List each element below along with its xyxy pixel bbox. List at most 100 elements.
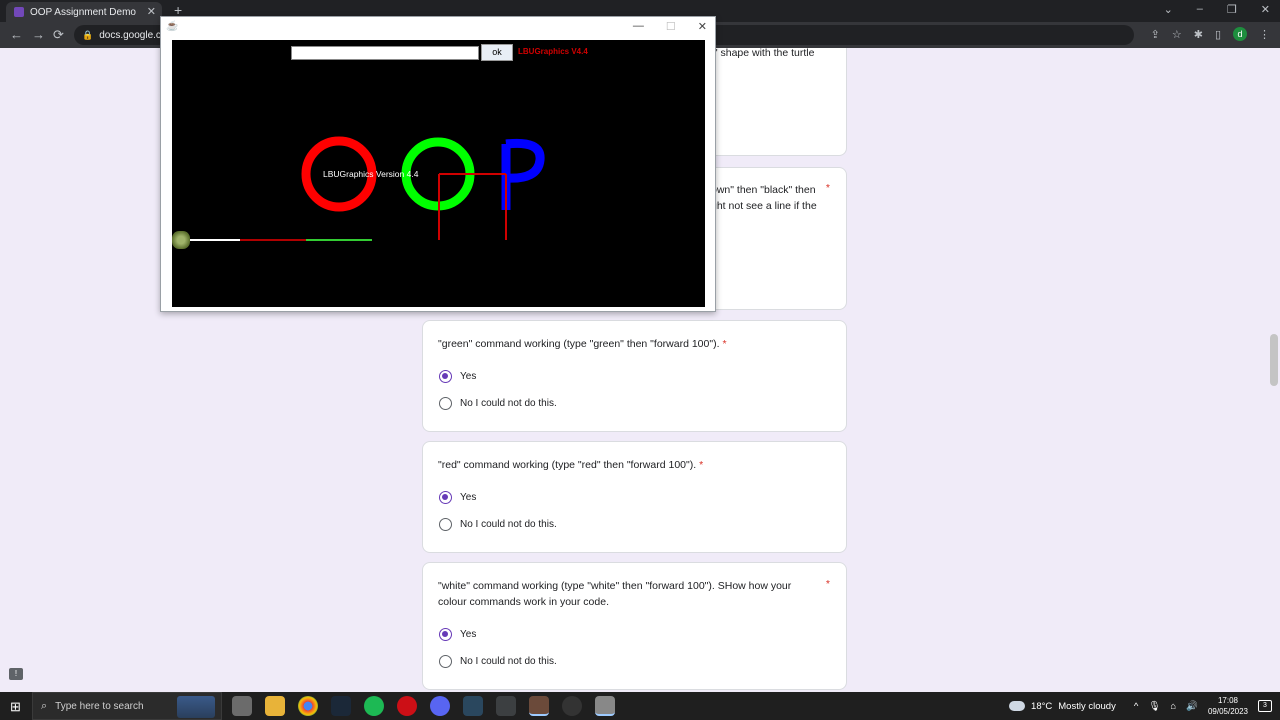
file-explorer-icon[interactable] <box>265 696 285 716</box>
option-label: Yes <box>460 371 477 382</box>
question-title-line-1: "white" command working (type "white" th… <box>438 580 792 592</box>
weather-temp[interactable]: 18°C <box>1031 701 1052 712</box>
restore-button[interactable]: ❐ <box>1227 3 1237 16</box>
settings-app-icon[interactable] <box>529 696 549 716</box>
browser-tab[interactable]: OOP Assignment Demo ✕ <box>6 2 162 22</box>
required-marker: * <box>825 578 830 590</box>
chrome-icon[interactable] <box>298 696 318 716</box>
clock-time: 17:08 <box>1217 696 1238 705</box>
radio-empty-icon[interactable] <box>439 655 452 668</box>
java-window-titlebar[interactable]: ☕ — ☐ ✕ <box>161 17 715 39</box>
java-cup-icon: ☕ <box>166 21 179 32</box>
tab-close-icon[interactable]: ✕ <box>147 5 156 18</box>
canvas-version-label: LBUGraphics Version 4.4 <box>323 169 419 179</box>
steam-2-icon[interactable] <box>463 696 483 716</box>
tray-chevron-icon[interactable]: ^ <box>1134 701 1138 712</box>
command-input[interactable] <box>291 46 479 60</box>
option-yes[interactable]: Yes <box>439 491 476 504</box>
extensions-icon[interactable]: ✱ <box>1194 28 1203 41</box>
option-no[interactable]: No I could not do this. <box>439 655 557 668</box>
option-yes[interactable]: Yes <box>439 370 476 383</box>
java-graphics-window: ☕ — ☐ ✕ LBUGraphics Version 4.4 ok LBUGr… <box>160 16 716 312</box>
cloud-icon <box>1009 701 1026 711</box>
option-no[interactable]: No I could not do this. <box>439 518 557 531</box>
partial-question-text-2: ght not see a line if the <box>711 200 817 212</box>
java-close-button[interactable]: ✕ <box>698 20 707 33</box>
radio-selected-icon[interactable] <box>439 491 452 504</box>
ide-icon[interactable] <box>496 696 516 716</box>
radio-empty-icon[interactable] <box>439 518 452 531</box>
required-marker: * <box>722 338 727 350</box>
question-card-white: "white" command working (type "white" th… <box>422 562 847 690</box>
microphone-icon[interactable]: 🎙 <box>1148 701 1160 712</box>
lock-icon: 🔒 <box>82 29 94 40</box>
search-icon: ⌕ <box>41 699 48 712</box>
required-marker: * <box>699 459 704 471</box>
reload-button[interactable]: ⟳ <box>53 27 64 43</box>
steam-icon[interactable] <box>331 696 351 716</box>
radio-selected-icon[interactable] <box>439 370 452 383</box>
question-card-green: "green" command working (type "green" th… <box>422 320 847 432</box>
taskbar-search[interactable]: ⌕ Type here to search <box>32 692 222 720</box>
task-view-icon[interactable] <box>232 696 252 716</box>
volume-icon[interactable]: 🔊 <box>1186 701 1198 712</box>
question-card-red: "red" command working (type "red" then "… <box>422 441 847 553</box>
partial-question-text-1: own" then "black" then <box>711 184 816 196</box>
notification-icon[interactable]: 3 <box>1258 700 1272 712</box>
ok-button[interactable]: ok <box>481 44 513 61</box>
required-marker: * <box>825 182 830 194</box>
feedback-icon[interactable]: ! <box>9 668 23 680</box>
turtle-drawing <box>186 136 545 241</box>
forward-button[interactable]: → <box>32 27 45 42</box>
blue-p-bowl <box>505 138 545 183</box>
start-button[interactable]: ⊞ <box>10 699 21 715</box>
clock-date: 09/05/2023 <box>1207 707 1248 716</box>
radio-selected-icon[interactable] <box>439 628 452 641</box>
java-minimize-button[interactable]: — <box>633 20 644 33</box>
minimize-button[interactable]: – <box>1197 3 1203 16</box>
turtle-canvas: LBUGraphics Version 4.4 ok LBUGraphics V… <box>172 40 705 307</box>
share-icon[interactable]: ⇪ <box>1151 28 1160 41</box>
star-icon[interactable]: ☆ <box>1172 28 1182 41</box>
windows-taskbar: ⊞ ⌕ Type here to search 18°C Mostly clou… <box>0 692 1280 720</box>
question-title-text: "red" command working (type "red" then "… <box>438 459 697 471</box>
discord-icon[interactable] <box>430 696 450 716</box>
option-label: No I could not do this. <box>460 398 557 409</box>
question-title: "green" command working (type "green" th… <box>438 336 727 352</box>
search-placeholder: Type here to search <box>55 700 144 712</box>
close-button[interactable]: ✕ <box>1261 3 1270 16</box>
option-label: Yes <box>460 492 477 503</box>
clock[interactable]: 17:08 09/05/2023 <box>1208 695 1248 717</box>
search-highlight-image <box>177 696 215 718</box>
question-title: "white" command working (type "white" th… <box>438 578 808 610</box>
java-window-controls: — ☐ ✕ <box>633 20 707 33</box>
option-yes[interactable]: Yes <box>439 628 476 641</box>
weather-desc[interactable]: Mostly cloudy <box>1058 701 1116 712</box>
option-label: Yes <box>460 629 477 640</box>
browser-window-controls: ⌄ – ❐ ✕ <box>1164 3 1270 16</box>
obs-icon[interactable] <box>562 696 582 716</box>
toolbar-icons: ⇪ ☆ ✱ ▯ d ⋮ <box>1151 27 1270 41</box>
question-title-text: "green" command working (type "green" th… <box>438 338 720 350</box>
profile-avatar[interactable]: d <box>1233 27 1247 41</box>
system-tray: 18°C Mostly cloudy ^ 🎙 ⌂ 🔊 17:08 09/05/2… <box>1009 692 1280 720</box>
question-title: "red" command working (type "red" then "… <box>438 457 703 473</box>
sidepanel-icon[interactable]: ▯ <box>1215 28 1221 41</box>
radio-empty-icon[interactable] <box>439 397 452 410</box>
option-no[interactable]: No I could not do this. <box>439 397 557 410</box>
option-label: No I could not do this. <box>460 519 557 530</box>
tab-title: OOP Assignment Demo <box>30 6 136 18</box>
java-app-icon[interactable] <box>595 696 615 716</box>
question-title-line-2: colour commands work in your code. <box>438 596 609 608</box>
java-maximize-button[interactable]: ☐ <box>666 20 676 33</box>
opera-icon[interactable] <box>397 696 417 716</box>
back-button[interactable]: ← <box>10 27 23 42</box>
option-label: No I could not do this. <box>460 656 557 667</box>
tab-search-icon[interactable]: ⌄ <box>1164 3 1173 16</box>
spotify-icon[interactable] <box>364 696 384 716</box>
page-scrollbar[interactable] <box>1270 334 1278 386</box>
network-icon[interactable]: ⌂ <box>1170 701 1176 712</box>
turtle-icon <box>172 231 190 249</box>
menu-icon[interactable]: ⋮ <box>1259 28 1270 41</box>
version-label: LBUGraphics V4.4 <box>518 47 588 56</box>
